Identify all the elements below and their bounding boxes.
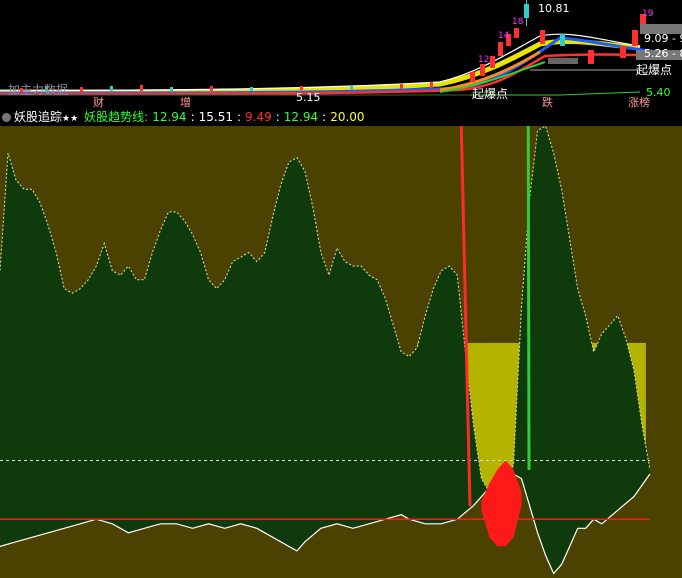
value-2: 15.51 <box>198 110 233 124</box>
value-separator-2: : <box>236 110 242 124</box>
value-separator-4: : <box>322 110 327 124</box>
candle-number-1: 19 <box>642 9 654 19</box>
trend-line-label: 妖股趋势线: <box>84 110 149 124</box>
value-4: 12.94 <box>283 110 319 124</box>
price-panel: 10.81 9.09 - 9 5.26 - 8.49 起爆点 起爆点 加主力数据… <box>0 0 682 108</box>
start-point-label-center: 起爆点 <box>472 87 508 101</box>
candle-number-2: 18 <box>512 17 524 27</box>
high-price-label: 10.81 <box>538 2 570 15</box>
value-3: 9.49 <box>245 110 272 124</box>
event-label-cai: 财 <box>93 95 104 108</box>
indicator-collapse-icon[interactable] <box>2 113 11 122</box>
price-label-1: 9.09 - 9 <box>644 32 682 45</box>
price-label-2: 5.26 - 8.49 <box>644 47 682 60</box>
indicator-chart <box>0 126 682 578</box>
indicator-header: 妖股追踪★★ 妖股趋势线: 12.94 : 15.51 : 9.49 : 12.94… <box>0 108 682 126</box>
event-label-zhangbang: 涨榜 <box>628 95 650 108</box>
green-arrow <box>526 126 531 471</box>
value-separator-1: : <box>190 110 195 124</box>
start-point-label-right: 起爆点 <box>636 63 672 77</box>
left-overlay-text: 加主力数据 <box>8 82 68 97</box>
candle-number-3: 14 <box>498 31 510 41</box>
value-5: 20.00 <box>330 110 365 124</box>
indicator-name: 妖股追踪 <box>14 110 63 124</box>
event-label-die: 跌 <box>542 95 553 108</box>
left-price-label: 5.15 <box>296 91 321 104</box>
event-label-zeng: 增 <box>180 95 191 108</box>
value-separator-3: : <box>275 110 280 124</box>
value-1: 12.94 <box>152 110 187 124</box>
candle-number-4: 12 <box>478 55 489 65</box>
